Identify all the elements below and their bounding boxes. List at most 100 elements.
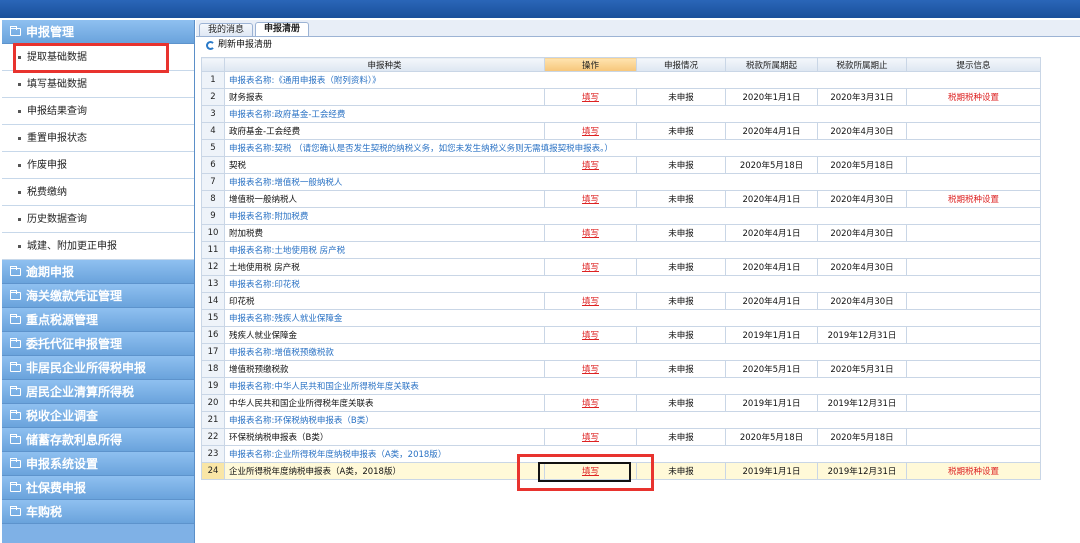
table-header: 申报种类 操作 申报情况 税款所属期起 税款所属期止 提示信息 xyxy=(201,57,1041,72)
row-number: 10 xyxy=(201,224,225,242)
sidebar-item-label: 重置申报状态 xyxy=(27,133,87,144)
fill-link[interactable]: 填写 xyxy=(544,190,637,208)
column-header: 税款所属期止 xyxy=(817,57,907,72)
section-label: 车购税 xyxy=(26,504,63,519)
declaration-status: 未申报 xyxy=(636,88,726,106)
table-row: 4 政府基金-工会经费 填写 未申报 2020年4月1日 2020年4月30日 xyxy=(201,122,1041,140)
row-number: 8 xyxy=(201,190,225,208)
folder-icon xyxy=(10,313,21,324)
fill-link[interactable]: 填写 xyxy=(544,394,637,412)
sidebar-section[interactable]: 储蓄存款利息所得 xyxy=(2,428,194,452)
sidebar-item[interactable]: 城建、附加更正申报 xyxy=(2,233,194,260)
period-end: 2020年4月30日 xyxy=(817,122,907,140)
annotation-highlight-sidebar xyxy=(13,43,169,73)
row-number: 5 xyxy=(201,139,225,157)
fill-link[interactable]: 填写 xyxy=(544,428,637,446)
folder-icon xyxy=(10,457,21,468)
sidebar-section[interactable]: 车购税 xyxy=(2,500,194,524)
column-header: 申报情况 xyxy=(636,57,726,72)
tip-info xyxy=(906,292,1041,310)
sidebar-section[interactable]: 海关缴款凭证管理 xyxy=(2,284,194,308)
folder-icon xyxy=(10,337,21,348)
sidebar-item[interactable]: 作废申报 xyxy=(2,152,194,179)
declaration-status: 未申报 xyxy=(636,326,726,344)
fill-link[interactable]: 填写 xyxy=(544,292,637,310)
row-number: 19 xyxy=(201,377,225,395)
toolbar: 刷新申报清册 xyxy=(196,37,1080,54)
section-label: 重点税源管理 xyxy=(26,312,99,327)
folder-icon xyxy=(10,25,21,36)
refresh-button[interactable]: 刷新申报清册 xyxy=(218,37,272,54)
sidebar-section[interactable]: 重点税源管理 xyxy=(2,308,194,332)
sidebar-item[interactable]: 税费缴纳 xyxy=(2,179,194,206)
sidebar-section[interactable]: 逾期申报 xyxy=(2,260,194,284)
tip-info xyxy=(906,156,1041,174)
row-number: 13 xyxy=(201,275,225,293)
fill-link[interactable]: 填写 xyxy=(544,326,637,344)
tip-info xyxy=(906,428,1041,446)
period-start: 2020年5月1日 xyxy=(725,360,818,378)
fill-link[interactable]: 填写 xyxy=(544,360,637,378)
sidebar-section[interactable]: 居民企业清算所得税 xyxy=(2,380,194,404)
declaration-name: 契税 xyxy=(224,156,545,174)
sidebar-section[interactable]: 委托代征申报管理 xyxy=(2,332,194,356)
folder-icon xyxy=(10,361,21,372)
sidebar-item[interactable]: 历史数据查询 xyxy=(2,206,194,233)
refresh-icon[interactable] xyxy=(206,41,215,50)
folder-icon xyxy=(10,505,21,516)
row-number: 2 xyxy=(201,88,225,106)
row-number: 17 xyxy=(201,343,225,361)
row-number: 3 xyxy=(201,105,225,123)
tip-info xyxy=(906,360,1041,378)
section-label: 海关缴款凭证管理 xyxy=(26,288,123,303)
declaration-name: 印花税 xyxy=(224,292,545,310)
fill-link[interactable]: 填写 xyxy=(544,224,637,242)
period-start: 2020年5月18日 xyxy=(725,428,818,446)
annotation-highlight-fill-link xyxy=(517,454,654,491)
sidebar-item-label: 填写基础数据 xyxy=(27,79,87,90)
row-number: 22 xyxy=(201,428,225,446)
table-row: 15 申报表名称:残疾人就业保障金 xyxy=(201,309,1041,327)
row-number: 16 xyxy=(201,326,225,344)
table-row: 11 申报表名称:土地使用税 房产税 xyxy=(201,241,1041,259)
tip-info[interactable]: 税期税种设置 xyxy=(906,462,1041,480)
table-row: 21 申报表名称:环保税纳税申报表（B类） xyxy=(201,411,1041,429)
sidebar-section[interactable]: 税收企业调查 xyxy=(2,404,194,428)
tab[interactable]: 申报清册 xyxy=(255,22,310,36)
sidebar-item-label: 城建、附加更正申报 xyxy=(27,241,117,252)
tip-info[interactable]: 税期税种设置 xyxy=(906,190,1041,208)
sidebar-section-declaration-management[interactable]: 申报管理 xyxy=(2,20,194,44)
row-number: 6 xyxy=(201,156,225,174)
sidebar-section[interactable]: 社保费申报 xyxy=(2,476,194,500)
table-row: 19 申报表名称:中华人民共和国企业所得税年度关联表 xyxy=(201,377,1041,395)
section-label: 社保费申报 xyxy=(26,480,87,495)
folder-icon xyxy=(10,265,21,276)
table-row: 14 印花税 填写 未申报 2020年4月1日 2020年4月30日 xyxy=(201,292,1041,310)
period-end: 2020年5月18日 xyxy=(817,156,907,174)
row-number: 20 xyxy=(201,394,225,412)
fill-link[interactable]: 填写 xyxy=(544,258,637,276)
sidebar-item[interactable]: 重置申报状态 xyxy=(2,125,194,152)
table-row: 17 申报表名称:增值税预缴税款 xyxy=(201,343,1041,361)
declaration-status: 未申报 xyxy=(636,394,726,412)
folder-icon xyxy=(10,481,21,492)
tab[interactable]: 我的消息 xyxy=(199,23,254,36)
sidebar-item[interactable]: 填写基础数据 xyxy=(2,71,194,98)
table-row: 10 附加税费 填写 未申报 2020年4月1日 2020年4月30日 xyxy=(201,224,1041,242)
section-label: 申报系统设置 xyxy=(26,456,99,471)
fill-link[interactable]: 填写 xyxy=(544,88,637,106)
sidebar-section[interactable]: 非居民企业所得税申报 xyxy=(2,356,194,380)
group-title: 申报表名称:印花税 xyxy=(224,275,1041,293)
sidebar-item[interactable]: 申报结果查询 xyxy=(2,98,194,125)
row-number: 4 xyxy=(201,122,225,140)
fill-link[interactable]: 填写 xyxy=(544,122,637,140)
fill-link[interactable]: 填写 xyxy=(544,156,637,174)
folder-icon xyxy=(10,433,21,444)
group-title: 申报表名称:附加税费 xyxy=(224,207,1041,225)
sidebar-section[interactable]: 申报系统设置 xyxy=(2,452,194,476)
table-row: 7 申报表名称:增值税一般纳税人 xyxy=(201,173,1041,191)
group-title: 申报表名称:残疾人就业保障金 xyxy=(224,309,1041,327)
bullet-icon xyxy=(18,109,21,113)
declaration-status: 未申报 xyxy=(636,360,726,378)
tip-info[interactable]: 税期税种设置 xyxy=(906,88,1041,106)
